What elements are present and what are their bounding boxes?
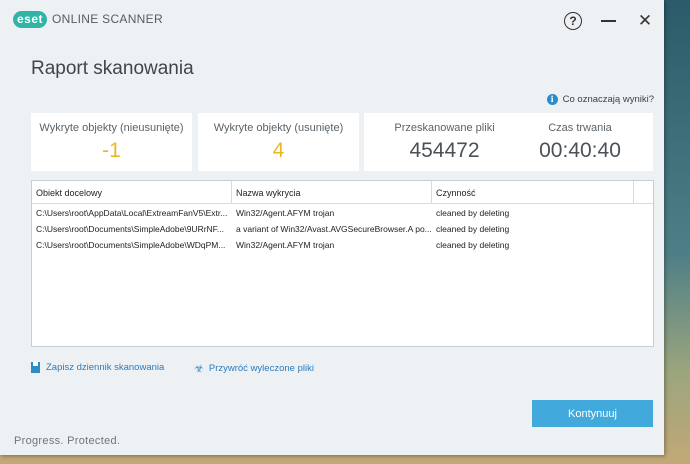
stat-label: Wykryte objekty (usunięte) bbox=[213, 122, 344, 134]
info-icon: i bbox=[546, 94, 558, 105]
help-icon: ? bbox=[564, 12, 582, 30]
table-header: Obiekt docelowy Nazwa wykrycia Czynność bbox=[32, 181, 653, 204]
stat-scanned-files: Przeskanowane pliki 454472 bbox=[364, 113, 525, 171]
column-header-detection[interactable]: Nazwa wykrycia bbox=[232, 181, 432, 203]
table-row[interactable]: C:\Users\root\AppData\Local\ExtreamFanV5… bbox=[32, 204, 653, 220]
stat-duration: Czas trwania 00:40:40 bbox=[507, 113, 653, 171]
detections-table[interactable]: Obiekt docelowy Nazwa wykrycia Czynność … bbox=[31, 180, 654, 347]
close-icon: ✕ bbox=[637, 11, 653, 30]
minimize-icon bbox=[600, 20, 616, 22]
cell-target: C:\Users\root\Documents\SimpleAdobe\WDqP… bbox=[36, 240, 226, 250]
stat-undeleted: Wykryte objekty (nieusunięte) -1 bbox=[31, 113, 192, 171]
save-log-link[interactable]: Zapisz dziennik skanowania bbox=[31, 362, 164, 373]
save-log-label: Zapisz dziennik skanowania bbox=[46, 362, 165, 373]
column-header-target[interactable]: Obiekt docelowy bbox=[32, 181, 232, 203]
stat-value: 4 bbox=[272, 139, 285, 162]
results-info-link[interactable]: i Co oznaczają wyniki? bbox=[546, 94, 654, 105]
cell-detection: a variant of Win32/Avast.AVGSecureBrowse… bbox=[236, 224, 432, 234]
table-row[interactable]: C:\Users\root\Documents\SimpleAdobe\9URr… bbox=[32, 220, 653, 236]
stat-value: 00:40:40 bbox=[539, 139, 621, 162]
stat-value: -1 bbox=[102, 139, 121, 162]
column-header-action[interactable]: Czynność bbox=[432, 181, 634, 203]
results-info-label: Co oznaczają wyniki? bbox=[562, 94, 654, 105]
stat-label: Przeskanowane pliki bbox=[394, 122, 495, 134]
cell-action: cleaned by deleting bbox=[436, 224, 510, 234]
save-icon bbox=[31, 362, 40, 373]
continue-button[interactable]: Kontynuuj bbox=[532, 400, 653, 427]
eset-logo: eset ONLINE SCANNER bbox=[13, 10, 163, 28]
restore-files-link[interactable]: ☣ Przywróć wyleczone pliki bbox=[194, 362, 314, 375]
logo-badge: eset bbox=[13, 10, 48, 28]
cell-action: cleaned by deleting bbox=[436, 208, 510, 218]
biohazard-icon: ☣ bbox=[194, 363, 204, 375]
page-title: Raport skanowania bbox=[31, 58, 194, 79]
cell-action: cleaned by deleting bbox=[436, 240, 510, 250]
logo-text: ONLINE SCANNER bbox=[52, 12, 163, 26]
close-button[interactable]: ✕ bbox=[632, 8, 658, 34]
cell-detection: Win32/Agent.AFYM trojan bbox=[236, 208, 335, 218]
stat-value: 454472 bbox=[409, 139, 480, 162]
help-button[interactable]: ? bbox=[560, 8, 586, 34]
cell-detection: Win32/Agent.AFYM trojan bbox=[236, 240, 335, 250]
title-bar: eset ONLINE SCANNER ? ✕ bbox=[0, 0, 664, 42]
cell-target: C:\Users\root\Documents\SimpleAdobe\9URr… bbox=[36, 224, 225, 234]
tagline: Progress. Protected. bbox=[14, 435, 121, 447]
restore-files-label: Przywróć wyleczone pliki bbox=[208, 363, 314, 374]
minimize-button[interactable] bbox=[595, 8, 621, 34]
table-row[interactable]: C:\Users\root\Documents\SimpleAdobe\WDqP… bbox=[32, 236, 653, 252]
stat-label: Czas trwania bbox=[548, 122, 612, 134]
scanner-window: eset ONLINE SCANNER ? ✕ Raport skanowani… bbox=[0, 0, 664, 455]
stat-deleted: Wykryte objekty (usunięte) 4 bbox=[198, 113, 359, 171]
cell-target: C:\Users\root\AppData\Local\ExtreamFanV5… bbox=[36, 208, 228, 218]
stat-label: Wykryte objekty (nieusunięte) bbox=[39, 122, 184, 134]
